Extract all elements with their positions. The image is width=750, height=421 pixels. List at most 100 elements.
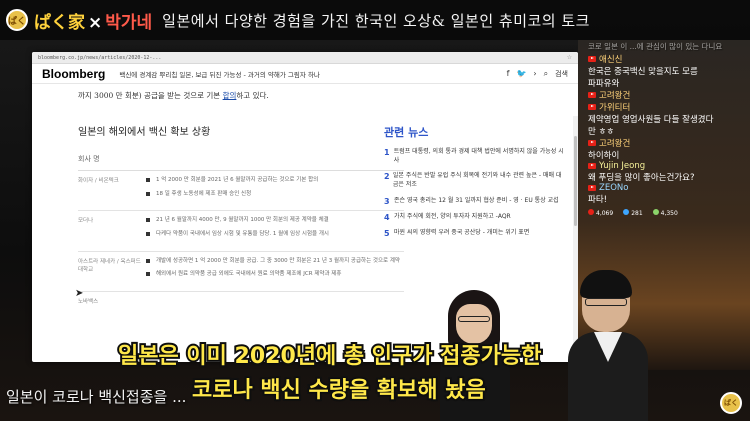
related-num: 3: [384, 196, 390, 206]
twitter-icon[interactable]: 🐦: [516, 69, 526, 78]
share-icon[interactable]: ›: [533, 69, 536, 78]
detail-line: 해외에서 원료 의약품 공급 외에도 국내에서 원료 의약품 제조에 JCR 제…: [142, 271, 404, 279]
header-icons: f 🐦 › ⌕ 검색: [507, 69, 568, 79]
search-label[interactable]: 검색: [555, 69, 568, 79]
youtube-icon: [588, 139, 596, 146]
table-row: 화이자 / 비온텍크 1 억 2000 만 회분을 2021 년 6 월말까지 …: [78, 171, 404, 212]
related-news-item[interactable]: 3 존슨 영국 총리는 12 월 31 일까지 협상 준비 - 영 · EU 통상…: [384, 197, 564, 206]
detail-line: 1 억 2000 만 회분을 2021 년 6 월말까지 공급하는 것으로 기본…: [142, 177, 404, 185]
bookmark-star-icon[interactable]: ☆: [567, 54, 572, 61]
search-icon[interactable]: ⌕: [544, 69, 548, 79]
subtitle-line-1: 일본은 이미 2020년에 총 인구가 접종가능한: [116, 342, 543, 371]
viewers-stat: 4,350: [652, 208, 678, 217]
related-num: 4: [384, 212, 390, 222]
likes-stat: 281: [623, 208, 643, 217]
url-text[interactable]: bloomberg.co.jp/news/articles/2020-12-..…: [38, 55, 161, 61]
youtube-icon: [588, 103, 596, 110]
detail-text: 1 억 2000 만 회분을 2021 년 6 월말까지 공급하는 것으로 기본…: [156, 177, 319, 183]
bottom-caption: 일본이 코로나 백신접종을 ...: [6, 388, 187, 406]
site-logo[interactable]: Bloomberg: [42, 67, 105, 81]
chat-message: 한국은 중국백신 맞을지도 모름: [588, 66, 698, 77]
youtube-icon: [588, 91, 596, 98]
youtube-icon: [588, 162, 596, 169]
subtitle-line-2: 코로나 백신 수량을 확보해 놨음: [190, 376, 488, 405]
related-news-item[interactable]: 4 가치 주식에 회전, 양의 투자자 지원하고 -AQR: [384, 213, 564, 222]
chat-user: ZEONo: [588, 183, 748, 193]
related-news-item[interactable]: 5 마윈 씨의 영향력 우려 중국 공산당 - 개미는 위기 표면: [384, 229, 564, 238]
bullet-icon: [146, 258, 150, 263]
scrollbar-thumb[interactable]: [574, 136, 577, 226]
section-title: 일본의 해외에서 백신 확보 상황: [78, 127, 211, 138]
stream-stats: 4,069 281 4,350: [588, 208, 748, 217]
viewers-count: 4,350: [660, 209, 678, 217]
bullet-icon: [146, 191, 150, 196]
hair: [580, 270, 632, 298]
mouse-cursor-icon: ➤: [75, 288, 84, 299]
live-chat: 코로 일본 이 ...에 관심이 많이 있는 다니요 애신신 한국은 중국백신 …: [588, 42, 748, 217]
detail-line: 개발에 성공하면 1 억 2000 만 회분을 공급. 그 중 3000 만 회…: [142, 258, 404, 266]
chat-username: 가위티터: [599, 102, 631, 113]
chat-username: Yujin Jeong: [599, 160, 646, 171]
related-num: 5: [384, 228, 390, 238]
article: 까지 3000 만 회분) 공급을 받는 것으로 기본 합의하고 있다. 일본의…: [78, 84, 404, 312]
related-text[interactable]: 마윈 씨의 영향력 우려 중국 공산당 - 개미는 위기 표면: [394, 229, 529, 238]
host-man: [568, 270, 648, 421]
intro-link[interactable]: 합의: [223, 91, 237, 100]
detail-text: 해외에서 원료 의약품 공급 외에도 국내에서 원료 의약품 제조에 JCR 제…: [156, 271, 342, 278]
detail-text: 21 년 6 월말까지 4000 만, 9 월말까지 1000 만 회분의 제공…: [156, 217, 329, 224]
company-name: 아스트라 제네카 / 옥스퍼드 대학교: [78, 258, 141, 273]
youtube-icon: [588, 55, 596, 62]
channel-name: ぱく家 × 박가네: [34, 8, 152, 33]
channel-separator: ×: [88, 12, 103, 33]
table-header-company: 회사 명: [78, 154, 404, 171]
channel-name-kr: 박가네: [105, 12, 153, 33]
chat-message: 만 ㅎㅎ: [588, 126, 615, 137]
facebook-icon[interactable]: f: [507, 69, 510, 78]
intro-suffix: 하고 있다.: [236, 91, 269, 100]
table-row: 노바백스: [78, 292, 404, 312]
related-news: 관련 뉴스 1 트럼프 대통령, 의회 통과 경제 대책 법안에 서명하지 않을 …: [384, 124, 564, 245]
detail-line: 다케다 약품이 국내에서 임상 시험 및 유통을 담당. 1 월에 임상 시험을…: [142, 231, 404, 239]
chat-user: 고려왕건: [588, 89, 748, 101]
views-stat: 4,069: [588, 208, 613, 217]
related-text[interactable]: 일본 주식은 반발 유럽 주식 회복에 전기와 내수 관련 높은 - 매매 대금…: [393, 172, 564, 189]
related-text[interactable]: 트럼프 대통령, 의회 통과 경제 대책 법안에 서명하지 않을 가능성 시사: [394, 148, 564, 165]
youtube-icon: [588, 184, 596, 191]
chat-username: 고려왕건: [599, 138, 631, 149]
intro-line: 까지 3000 만 회분) 공급을 받는 것으로 기본 합의하고 있다.: [78, 90, 404, 101]
detail-text: 다케다 약품이 국내에서 임상 시험 및 유통을 담당. 1 월에 임상 시험을…: [156, 231, 329, 238]
channel-tagline: 일본에서 다양한 경험을 가진 한국인 오상& 일본인 츄미코의 토크: [162, 11, 590, 30]
channel-logo: ぱく: [6, 9, 28, 31]
detail-line: 21 년 6 월말까지 4000 만, 9 월말까지 1000 만 회분의 제공…: [142, 217, 404, 225]
related-news-item[interactable]: 2 일본 주식은 반발 유럽 주식 회복에 전기와 내수 관련 높은 - 매매 대…: [384, 172, 564, 189]
chat-message: 제약영업 영업사원들 다들 잘생겼다: [588, 114, 714, 125]
bullet-icon: [146, 178, 150, 182]
chat-user: 애신신: [588, 53, 748, 65]
chat-user: Yujin Jeong: [588, 161, 748, 171]
channel-name-jp: ぱく家: [34, 12, 85, 33]
bullet-icon: [146, 232, 150, 237]
detail-text: 개발에 성공하면 1 억 2000 만 회분을 공급. 그 중 3000 만 회…: [156, 257, 400, 264]
intro-prefix: 까지 3000 만 회분) 공급을 받는 것으로 기본: [78, 91, 221, 100]
company-details: 개발에 성공하면 1 억 2000 만 회분을 공급. 그 중 3000 만 회…: [142, 258, 404, 285]
company-name: 모더나: [78, 218, 94, 225]
views-icon: [588, 208, 594, 215]
bullet-icon: [146, 272, 150, 277]
related-news-item[interactable]: 1 트럼프 대통령, 의회 통과 경제 대책 법안에 서명하지 않을 가능성 시사: [384, 148, 564, 165]
bullet-icon: [146, 218, 150, 223]
detail-line: 18 일 후생 노동성에 제조 판매 승인 신청: [142, 191, 404, 199]
chat-message: 하이하이: [588, 150, 620, 161]
chat-username: 고려왕건: [599, 90, 631, 101]
table-row: 모더나 21 년 6 월말까지 4000 만, 9 월말까지 1000 만 회분…: [78, 211, 404, 252]
company-name: 노바백스: [78, 299, 99, 306]
glasses-icon: [458, 316, 490, 322]
related-text[interactable]: 존슨 영국 총리는 12 월 31 일까지 협상 준비 - 영 · EU 통상 …: [394, 197, 559, 206]
viewers-icon: [652, 208, 659, 215]
related-text[interactable]: 가치 주식에 회전, 양의 투자자 지원하고 -AQR: [394, 213, 511, 222]
table-row: 아스트라 제네카 / 옥스퍼드 대학교 개발에 성공하면 1 억 2000 만 …: [78, 252, 404, 293]
chat-username: 애신신: [599, 54, 623, 65]
address-bar[interactable]: bloomberg.co.jp/news/articles/2020-12-..…: [32, 52, 578, 64]
likes-icon: [623, 208, 630, 215]
chat-message: 파타!: [588, 194, 608, 205]
header-headline[interactable]: 백신에 경계감 뿌리칩 일본, 보급 뒤진 가능성 - 과거의 약해가 그림자 …: [119, 69, 320, 79]
